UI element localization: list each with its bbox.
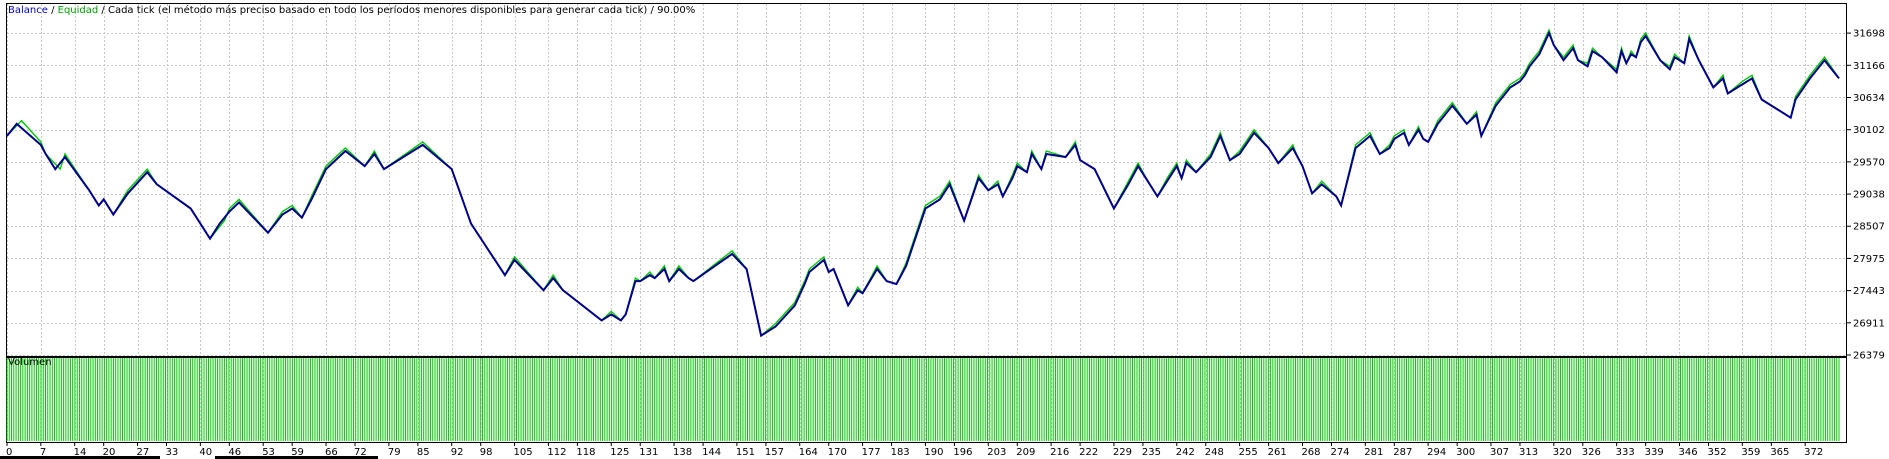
- x-tick-label: 209: [1016, 447, 1035, 458]
- y-tick-label: 27443: [1853, 286, 1885, 297]
- y-tick-label: 31698: [1853, 29, 1885, 40]
- x-tick-label: 138: [673, 447, 692, 458]
- x-tick-label: 268: [1301, 447, 1320, 458]
- x-tick-label: 365: [1770, 447, 1789, 458]
- x-tick-label: 313: [1519, 447, 1538, 458]
- x-tick-label: 287: [1393, 447, 1412, 458]
- x-tick-label: 144: [702, 447, 721, 458]
- x-tick-label: 85: [417, 447, 430, 458]
- model-description: Cada tick (el método más preciso basado …: [108, 4, 647, 16]
- y-tick-label: 30634: [1853, 93, 1885, 104]
- x-tick-label: 216: [1050, 447, 1069, 458]
- modeling-quality: 90.00%: [657, 5, 695, 16]
- x-tick-label: 261: [1268, 447, 1287, 458]
- header-separator: /: [98, 5, 108, 16]
- legend-balance: Balance: [8, 5, 48, 16]
- x-tick-label: 255: [1239, 447, 1258, 458]
- chart-header: Balance / Equidad / Cada tick (el método…: [8, 4, 695, 16]
- volume-label: Volumen: [8, 357, 52, 368]
- y-tick-label: 30102: [1853, 125, 1885, 136]
- x-tick-label: 151: [736, 447, 755, 458]
- x-tick-label: 196: [953, 447, 972, 458]
- y-tick-label: 28507: [1853, 222, 1885, 233]
- x-tick-label: 333: [1616, 447, 1635, 458]
- x-tick-label: 248: [1205, 447, 1224, 458]
- x-tick-label: 33: [166, 447, 179, 458]
- x-tick-label: 300: [1456, 447, 1475, 458]
- x-tick-label: 242: [1176, 447, 1195, 458]
- x-tick-label: 235: [1142, 447, 1161, 458]
- x-tick-label: 118: [576, 447, 595, 458]
- x-tick-label: 79: [388, 447, 401, 458]
- x-tick-label: 352: [1707, 447, 1726, 458]
- header-separator: /: [647, 5, 657, 16]
- x-tick-label: 294: [1427, 447, 1446, 458]
- x-tick-label: 346: [1678, 447, 1697, 458]
- x-tick-label: 125: [610, 447, 629, 458]
- y-tick-label: 29570: [1853, 157, 1885, 168]
- legend-equity: Equidad: [58, 5, 99, 16]
- x-tick-label: 98: [480, 447, 493, 458]
- x-tick-label: 92: [451, 447, 464, 458]
- x-tick-label: 203: [987, 447, 1006, 458]
- x-tick-label: 190: [924, 447, 943, 458]
- x-tick-label: 105: [514, 447, 533, 458]
- x-tick-label: 326: [1582, 447, 1601, 458]
- x-tick-label: 339: [1645, 447, 1664, 458]
- x-tick-label: 183: [891, 447, 910, 458]
- x-tick-label: 320: [1553, 447, 1572, 458]
- header-separator: /: [48, 5, 58, 16]
- x-tick-label: 281: [1364, 447, 1383, 458]
- y-tick-label: 29038: [1853, 190, 1885, 201]
- x-tick-label: 229: [1113, 447, 1132, 458]
- y-tick-label: 27975: [1853, 254, 1885, 265]
- x-tick-label: 112: [547, 447, 566, 458]
- equity-chart: 26379 26911 27443 27975 28507 29038 29570 30102…: [0, 0, 1889, 459]
- x-tick-label: 372: [1804, 447, 1823, 458]
- y-tick-label: 26911: [1853, 318, 1885, 329]
- x-tick-label: 170: [828, 447, 847, 458]
- x-tick-label: 274: [1330, 447, 1349, 458]
- x-tick-label: 307: [1490, 447, 1509, 458]
- x-tick-label: 177: [862, 447, 881, 458]
- x-tick-label: 359: [1741, 447, 1760, 458]
- x-tick-label: 131: [639, 447, 658, 458]
- x-tick-label: 222: [1079, 447, 1098, 458]
- x-tick-label: 157: [765, 447, 784, 458]
- y-tick-label: 31166: [1853, 61, 1885, 72]
- x-tick-label: 164: [799, 447, 818, 458]
- y-tick-label: 26379: [1853, 351, 1885, 362]
- x-tick-label: 40: [199, 447, 212, 458]
